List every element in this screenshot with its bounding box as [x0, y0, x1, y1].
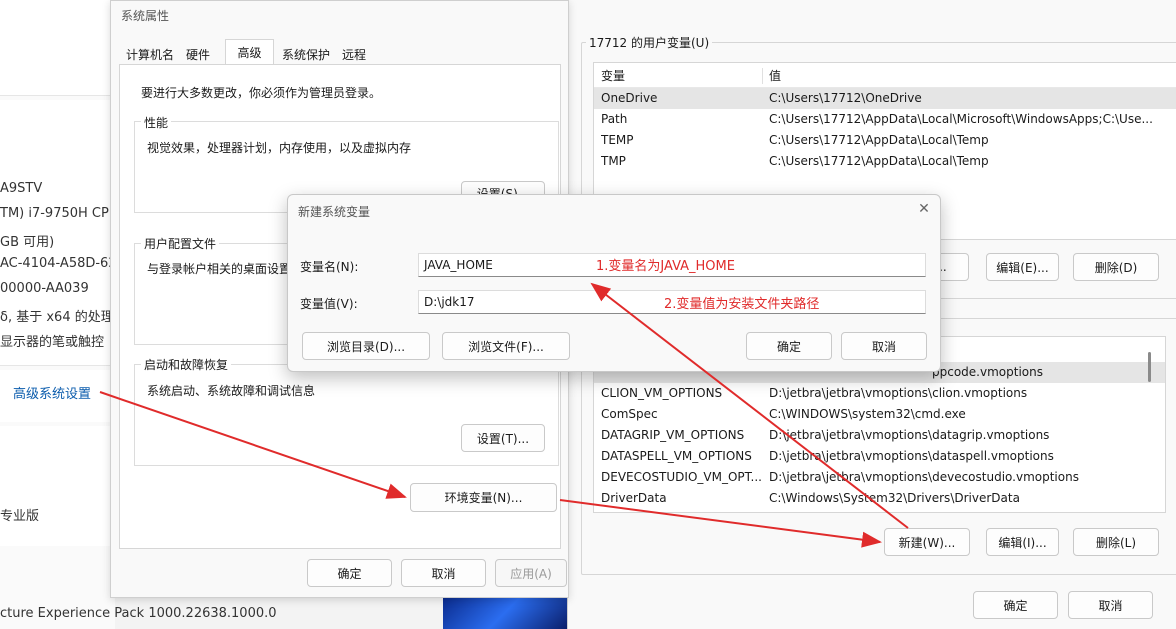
table-row[interactable]: TMP C:\Users\17712\AppData\Local\Temp	[594, 151, 1176, 172]
var-name: TMP	[601, 154, 626, 168]
variable-value-label: 变量值(V):	[300, 297, 358, 311]
var-value: C:\Users\17712\OneDrive	[769, 91, 922, 105]
env-ok-button[interactable]: 确定	[973, 591, 1058, 619]
admin-note: 要进行大多数更改，你必须作为管理员登录。	[141, 86, 382, 100]
tab-remote[interactable]: 远程	[342, 46, 366, 63]
user-profile-title: 用户配置文件	[141, 235, 220, 252]
bg-spec-line: TM) i7-9750H CPU	[0, 206, 119, 221]
startup-desc: 系统启动、系统故障和调试信息	[147, 384, 316, 398]
sysprop-cancel-button[interactable]: 取消	[401, 559, 486, 587]
table-row[interactable]: DEVECOSTUDIO_VM_OPT... D:\jetbra\jetbra\…	[594, 467, 1165, 488]
browse-file-button[interactable]: 浏览文件(F)...	[442, 332, 570, 360]
col-variable-header[interactable]: 变量	[601, 65, 625, 87]
user-edit-button[interactable]: 编辑(E)...	[986, 253, 1059, 281]
table-row[interactable]: DATASPELL_VM_OPTIONS D:\jetbra\jetbra\vm…	[594, 446, 1165, 467]
sysprop-apply-button[interactable]: 应用(A)	[495, 559, 567, 587]
var-name: TEMP	[601, 133, 634, 147]
col-divider	[762, 68, 763, 84]
var-name: CLION_VM_OPTIONS	[601, 386, 723, 400]
dialog-title: 新建系统变量	[298, 205, 371, 219]
new-system-variable-dialog: 新建系统变量 ✕ 变量名(N): JAVA_HOME 变量值(V): D:\jd…	[287, 194, 941, 372]
performance-title: 性能	[141, 114, 172, 131]
sysprop-ok-button[interactable]: 确定	[307, 559, 392, 587]
startup-settings-button[interactable]: 设置(T)...	[461, 424, 545, 452]
var-name: DEVECOSTUDIO_VM_OPT...	[601, 470, 762, 484]
bg-card-top	[0, 0, 110, 96]
var-value: ppcode.vmoptions	[932, 365, 1043, 379]
performance-desc: 视觉效果，处理器计划，内存使用，以及虚拟内存	[147, 141, 412, 155]
tab-computer-name[interactable]: 计算机名	[126, 46, 174, 63]
environment-variables-button[interactable]: 环境变量(N)...	[410, 483, 557, 512]
bg-spec-line: 显示器的笔或触控	[0, 335, 105, 350]
var-value: C:\Users\17712\AppData\Local\Microsoft\W…	[769, 112, 1153, 126]
system-delete-button[interactable]: 删除(L)	[1073, 528, 1159, 556]
bg-spec-line: GB 可用)	[0, 235, 55, 250]
user-profile-desc: 与登录帐户相关的桌面设置	[147, 262, 292, 276]
browse-directory-button[interactable]: 浏览目录(D)...	[302, 332, 430, 360]
bg-spec-line: δ, 基于 x64 的处理	[0, 310, 114, 325]
var-value: D:\jetbra\jetbra\vmoptions\datagrip.vmop…	[769, 428, 1050, 442]
dialog-cancel-button[interactable]: 取消	[841, 332, 927, 360]
bg-spec-line: AC-4104-A58D-62	[0, 256, 117, 271]
background-about-window: A9STV TM) i7-9750H CPU GB 可用) AC-4104-A5…	[0, 0, 119, 629]
system-list-scrollbar[interactable]	[1148, 352, 1151, 382]
var-name: DriverData	[601, 491, 667, 505]
tab-hardware[interactable]: 硬件	[186, 46, 210, 63]
table-row[interactable]: Path C:\Users\17712\AppData\Local\Micros…	[594, 109, 1176, 130]
bg-spec-line: 00000-AA039	[0, 281, 89, 296]
env-cancel-button[interactable]: 取消	[1068, 591, 1153, 619]
table-row[interactable]: OneDrive C:\Users\17712\OneDrive	[594, 88, 1176, 109]
var-value: C:\Windows\System32\Drivers\DriverData	[769, 491, 1020, 505]
dialog-ok-button[interactable]: 确定	[746, 332, 832, 360]
user-vars-title: 17712 的用户变量(U)	[586, 34, 713, 51]
close-icon[interactable]: ✕	[914, 199, 934, 219]
var-value: D:\jetbra\jetbra\vmoptions\devecostudio.…	[769, 470, 1079, 484]
var-value: C:\Users\17712\AppData\Local\Temp	[769, 154, 989, 168]
table-row[interactable]: ComSpec C:\WINDOWS\system32\cmd.exe	[594, 404, 1165, 425]
system-new-button[interactable]: 新建(W)...	[884, 528, 970, 556]
window-title: 系统属性	[121, 9, 170, 23]
var-name: Path	[601, 112, 628, 126]
var-name: OneDrive	[601, 91, 658, 105]
tab-system-protection[interactable]: 系统保护	[282, 46, 330, 63]
var-name: DATASPELL_VM_OPTIONS	[601, 449, 752, 463]
table-row[interactable]: DATAGRIP_VM_OPTIONS D:\jetbra\jetbra\vmo…	[594, 425, 1165, 446]
wallpaper-strip	[443, 596, 567, 629]
table-row[interactable]: TEMP C:\Users\17712\AppData\Local\Temp	[594, 130, 1176, 151]
tab-advanced[interactable]: 高级	[225, 39, 274, 66]
table-row[interactable]: DriverData C:\Windows\System32\Drivers\D…	[594, 488, 1165, 509]
var-name: ComSpec	[601, 407, 658, 421]
table-row[interactable]: CLION_VM_OPTIONS D:\jetbra\jetbra\vmopti…	[594, 383, 1165, 404]
startup-title: 启动和故障恢复	[141, 356, 232, 373]
col-value-header[interactable]: 值	[769, 65, 781, 87]
advanced-system-settings-link[interactable]: 高级系统设置	[13, 383, 91, 402]
var-value: C:\WINDOWS\system32\cmd.exe	[769, 407, 966, 421]
system-edit-button[interactable]: 编辑(I)...	[986, 528, 1059, 556]
list-header: 变量 值	[594, 65, 1176, 88]
var-value: D:\jetbra\jetbra\vmoptions\clion.vmoptio…	[769, 386, 1028, 400]
var-name: DATAGRIP_VM_OPTIONS	[601, 428, 745, 442]
annotation-variable-value: 2.变量值为安装文件夹路径	[664, 297, 820, 312]
bg-spec-line: A9STV	[0, 181, 43, 196]
var-value: D:\jetbra\jetbra\vmoptions\dataspell.vmo…	[769, 449, 1054, 463]
user-delete-button[interactable]: 删除(D)	[1073, 253, 1159, 281]
annotation-variable-name: 1.变量名为JAVA_HOME	[596, 259, 735, 274]
bg-edition: 专业版	[0, 509, 40, 524]
var-value: C:\Users\17712\AppData\Local\Temp	[769, 133, 989, 147]
variable-name-label: 变量名(N):	[300, 260, 359, 274]
bg-experience-pack: cture Experience Pack 1000.22638.1000.0	[0, 606, 277, 621]
bg-card-edition	[0, 426, 110, 546]
